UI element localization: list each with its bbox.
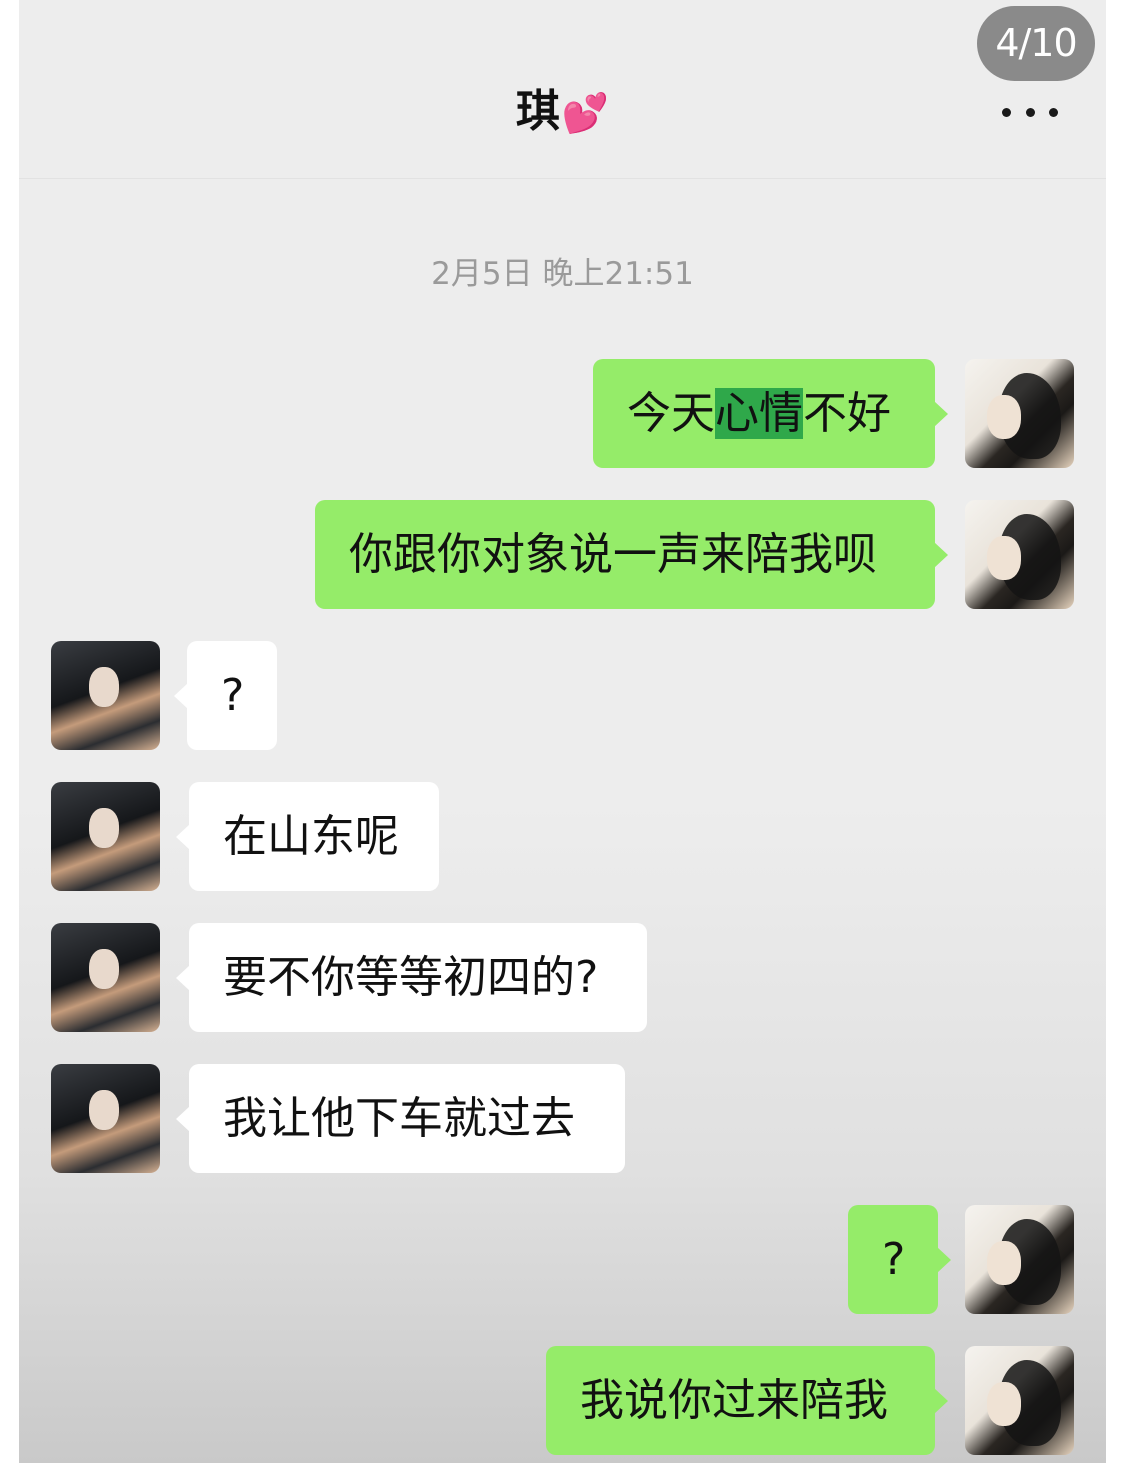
message-bubble[interactable]: ? [174, 641, 277, 750]
heart-emoji-icon: 💕 [561, 91, 610, 135]
self-avatar[interactable] [965, 1205, 1074, 1314]
friend-avatar[interactable] [51, 641, 160, 750]
message-bubble[interactable]: ? [848, 1205, 951, 1314]
highlighted-text: 心情 [715, 388, 803, 439]
chat-header: 琪💕 [19, 0, 1106, 179]
friend-avatar[interactable] [51, 1064, 160, 1173]
chat-title: 琪💕 [19, 84, 1106, 141]
chat-screen: 琪💕 4/10 2月5日 晚上21:51 今天心情不好 你跟你对象说一声来陪我呗… [19, 0, 1106, 1463]
contact-name: 琪 [515, 86, 560, 137]
self-avatar[interactable] [965, 359, 1074, 468]
message-bubble[interactable]: 你跟你对象说一声来陪我呗 [315, 500, 948, 609]
more-dots-icon[interactable] [1002, 103, 1058, 121]
page-counter-badge: 4/10 [977, 6, 1095, 81]
self-avatar[interactable] [965, 1346, 1074, 1455]
message-bubble[interactable]: 在山东呢 [176, 782, 439, 891]
self-avatar[interactable] [965, 500, 1074, 609]
message-bubble[interactable]: 我说你过来陪我 [546, 1346, 948, 1455]
message-timestamp: 2月5日 晚上21:51 [431, 256, 694, 292]
friend-avatar[interactable] [51, 782, 160, 891]
message-bubble[interactable]: 要不你等等初四的? [176, 923, 647, 1032]
friend-avatar[interactable] [51, 923, 160, 1032]
message-bubble[interactable]: 今天心情不好 [593, 359, 948, 468]
message-bubble[interactable]: 我让他下车就过去 [176, 1064, 625, 1173]
